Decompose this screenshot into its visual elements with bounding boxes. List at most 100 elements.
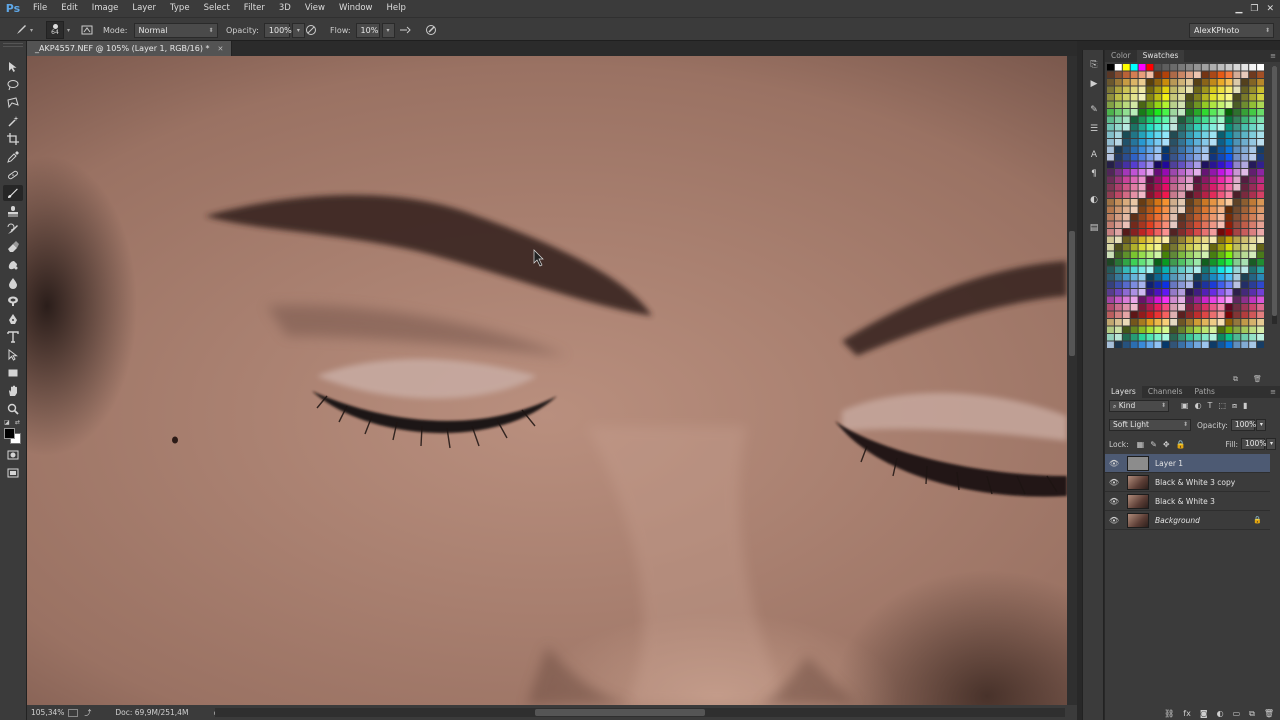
swatch-cell[interactable] bbox=[1201, 124, 1209, 131]
swatch-cell[interactable] bbox=[1249, 214, 1257, 221]
swatch-cell[interactable] bbox=[1225, 274, 1233, 281]
swatch-cell[interactable] bbox=[1178, 236, 1185, 244]
dodge-icon[interactable] bbox=[3, 293, 23, 309]
swatch-cell[interactable] bbox=[1170, 169, 1178, 176]
layer-row-bw3-copy[interactable]: 👁 Black & White 3 copy bbox=[1105, 473, 1270, 492]
swatch-cell[interactable] bbox=[1193, 116, 1201, 124]
spot-heal-icon[interactable] bbox=[3, 167, 23, 183]
swatch-cell[interactable] bbox=[1107, 266, 1114, 274]
swatch-cell[interactable] bbox=[1114, 71, 1122, 79]
swatch-cell[interactable] bbox=[1107, 146, 1114, 154]
swatch-cell[interactable] bbox=[1114, 169, 1122, 176]
swatch-cell[interactable] bbox=[1225, 176, 1233, 184]
swatch-cell[interactable] bbox=[1107, 206, 1114, 214]
swatch-cell[interactable] bbox=[1193, 319, 1201, 326]
swatch-cell[interactable] bbox=[1186, 139, 1193, 146]
share-icon[interactable]: ⤴ bbox=[84, 708, 91, 718]
swatch-cell[interactable] bbox=[1146, 169, 1154, 176]
swatch-cell[interactable] bbox=[1249, 206, 1257, 214]
swatch-cell[interactable] bbox=[1257, 244, 1264, 251]
swatch-cell[interactable] bbox=[1130, 206, 1138, 214]
swatch-cell[interactable] bbox=[1146, 64, 1154, 71]
swatch-cell[interactable] bbox=[1162, 176, 1170, 184]
swatch-cell[interactable] bbox=[1114, 94, 1122, 101]
swatch-cell[interactable] bbox=[1249, 86, 1257, 94]
swatch-cell[interactable] bbox=[1257, 289, 1264, 296]
swatch-cell[interactable] bbox=[1114, 124, 1122, 131]
swatch-cell[interactable] bbox=[1201, 176, 1209, 184]
swatch-cell[interactable] bbox=[1217, 289, 1225, 296]
swatch-cell[interactable] bbox=[1122, 214, 1130, 221]
swatch-cell[interactable] bbox=[1217, 281, 1225, 289]
swatch-cell[interactable] bbox=[1217, 214, 1225, 221]
swatch-cell[interactable] bbox=[1162, 71, 1170, 79]
swatch-cell[interactable] bbox=[1170, 139, 1178, 146]
swatch-cell[interactable] bbox=[1233, 109, 1241, 116]
swatch-cell[interactable] bbox=[1249, 334, 1257, 341]
swatch-cell[interactable] bbox=[1241, 109, 1249, 116]
swatch-cell[interactable] bbox=[1107, 326, 1114, 334]
close-window-button[interactable]: ✕ bbox=[1266, 4, 1274, 14]
swatch-cell[interactable] bbox=[1193, 184, 1201, 191]
swatch-cell[interactable] bbox=[1178, 289, 1185, 296]
layer-row-bw3[interactable]: 👁 Black & White 3 bbox=[1105, 492, 1270, 511]
new-group-icon[interactable]: ▭ bbox=[1233, 709, 1241, 718]
swatch-cell[interactable] bbox=[1138, 86, 1146, 94]
swatch-cell[interactable] bbox=[1154, 169, 1162, 176]
swatch-cell[interactable] bbox=[1249, 191, 1257, 199]
swatch-cell[interactable] bbox=[1146, 266, 1154, 274]
swatch-cell[interactable] bbox=[1114, 176, 1122, 184]
swatch-cell[interactable] bbox=[1138, 296, 1146, 304]
swatch-cell[interactable] bbox=[1107, 236, 1114, 244]
swatch-cell[interactable] bbox=[1193, 236, 1201, 244]
swatch-cell[interactable] bbox=[1146, 79, 1154, 86]
swatch-cell[interactable] bbox=[1122, 71, 1130, 79]
swatch-cell[interactable] bbox=[1209, 266, 1217, 274]
swatch-cell[interactable] bbox=[1178, 101, 1185, 109]
swatch-cell[interactable] bbox=[1122, 304, 1130, 311]
swatch-cell[interactable] bbox=[1225, 71, 1233, 79]
swatch-cell[interactable] bbox=[1249, 146, 1257, 154]
swatch-cell[interactable] bbox=[1154, 289, 1162, 296]
swatch-cell[interactable] bbox=[1122, 184, 1130, 191]
swatch-cell[interactable] bbox=[1233, 229, 1241, 236]
swatch-cell[interactable] bbox=[1225, 184, 1233, 191]
swatch-cell[interactable] bbox=[1201, 251, 1209, 259]
swatch-cell[interactable] bbox=[1138, 334, 1146, 341]
swatch-cell[interactable] bbox=[1186, 124, 1193, 131]
swatch-cell[interactable] bbox=[1241, 94, 1249, 101]
swatch-cell[interactable] bbox=[1193, 244, 1201, 251]
polygon-lasso-icon[interactable] bbox=[3, 95, 23, 111]
swatch-cell[interactable] bbox=[1178, 229, 1185, 236]
swatch-cell[interactable] bbox=[1122, 334, 1130, 341]
swatch-cell[interactable] bbox=[1107, 214, 1114, 221]
menu-select[interactable]: Select bbox=[197, 0, 237, 17]
swatch-cell[interactable] bbox=[1138, 206, 1146, 214]
swatch-cell[interactable] bbox=[1130, 191, 1138, 199]
swatch-cell[interactable] bbox=[1193, 274, 1201, 281]
swatch-cell[interactable] bbox=[1178, 266, 1185, 274]
vertical-scrollbar[interactable] bbox=[1067, 56, 1077, 705]
swatch-cell[interactable] bbox=[1257, 101, 1264, 109]
swatch-cell[interactable] bbox=[1146, 304, 1154, 311]
swatch-cell[interactable] bbox=[1146, 71, 1154, 79]
tab-paths[interactable]: Paths bbox=[1189, 386, 1221, 398]
swatch-cell[interactable] bbox=[1170, 251, 1178, 259]
swatch-cell[interactable] bbox=[1122, 274, 1130, 281]
swatch-cell[interactable] bbox=[1154, 86, 1162, 94]
brush-panel-icon[interactable]: ☰ bbox=[1087, 122, 1101, 136]
swatch-cell[interactable] bbox=[1130, 304, 1138, 311]
swatch-cell[interactable] bbox=[1122, 319, 1130, 326]
swatch-cell[interactable] bbox=[1138, 191, 1146, 199]
swatch-cell[interactable] bbox=[1122, 191, 1130, 199]
pressure-size-icon[interactable] bbox=[424, 23, 438, 37]
swatch-cell[interactable] bbox=[1114, 206, 1122, 214]
swatch-cell[interactable] bbox=[1241, 274, 1249, 281]
swatch-cell[interactable] bbox=[1193, 326, 1201, 334]
swatch-cell[interactable] bbox=[1201, 236, 1209, 244]
swatch-cell[interactable] bbox=[1225, 259, 1233, 266]
blend-mode-select[interactable]: Soft Light ⬍ bbox=[1109, 419, 1191, 431]
swatch-cell[interactable] bbox=[1130, 161, 1138, 169]
swatch-cell[interactable] bbox=[1107, 229, 1114, 236]
swatch-cell[interactable] bbox=[1217, 319, 1225, 326]
